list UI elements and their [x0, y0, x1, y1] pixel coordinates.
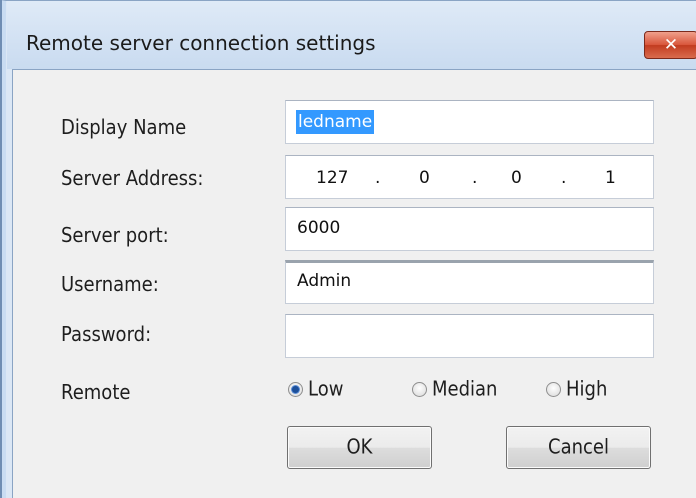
ok-button-label: OK: [346, 435, 373, 460]
radio-median-label: Median: [432, 377, 498, 402]
ip-octet-1[interactable]: 127: [316, 168, 348, 188]
display-name-value: ledname: [296, 110, 375, 134]
server-address-label: Server Address:: [61, 167, 204, 191]
radio-median[interactable]: Median: [412, 377, 498, 402]
ip-separator: .: [472, 168, 478, 188]
ip-octet-3[interactable]: 0: [511, 168, 522, 188]
connection-settings-dialog: Remote server connection settings ✕ Disp…: [0, 0, 696, 498]
username-value: Admin: [297, 271, 352, 291]
radio-high[interactable]: High: [546, 377, 608, 402]
close-icon: ✕: [663, 34, 679, 55]
radio-low-indicator[interactable]: [288, 382, 303, 397]
ip-octet-2[interactable]: 0: [419, 168, 430, 188]
radio-low-label: Low: [308, 377, 344, 402]
close-button[interactable]: ✕: [644, 31, 696, 59]
username-input[interactable]: Admin: [285, 260, 654, 304]
radio-low[interactable]: Low: [288, 377, 344, 402]
ip-octet-4[interactable]: 1: [605, 168, 616, 188]
server-address-input[interactable]: 127 . 0 . 0 . 1: [285, 155, 654, 199]
username-label: Username:: [61, 273, 159, 297]
radio-median-indicator[interactable]: [412, 382, 427, 397]
remote-label: Remote: [61, 381, 131, 405]
dialog-title: Remote server connection settings: [26, 31, 376, 55]
display-name-label: Display Name: [61, 116, 187, 140]
server-port-value: 6000: [297, 218, 341, 238]
title-bar[interactable]: Remote server connection settings ✕: [7, 1, 696, 69]
server-port-label: Server port:: [61, 224, 169, 248]
ip-separator: .: [375, 168, 381, 188]
display-name-input[interactable]: ledname: [285, 100, 654, 144]
ip-separator: .: [561, 168, 567, 188]
window-left-edge: [0, 0, 2, 498]
server-port-input[interactable]: 6000: [285, 207, 654, 251]
ok-button[interactable]: OK: [287, 426, 432, 469]
radio-high-indicator[interactable]: [546, 382, 561, 397]
radio-high-label: High: [566, 377, 608, 402]
password-input[interactable]: [285, 314, 654, 358]
password-label: Password:: [61, 323, 152, 347]
cancel-button[interactable]: Cancel: [506, 426, 651, 469]
cancel-button-label: Cancel: [548, 435, 609, 460]
